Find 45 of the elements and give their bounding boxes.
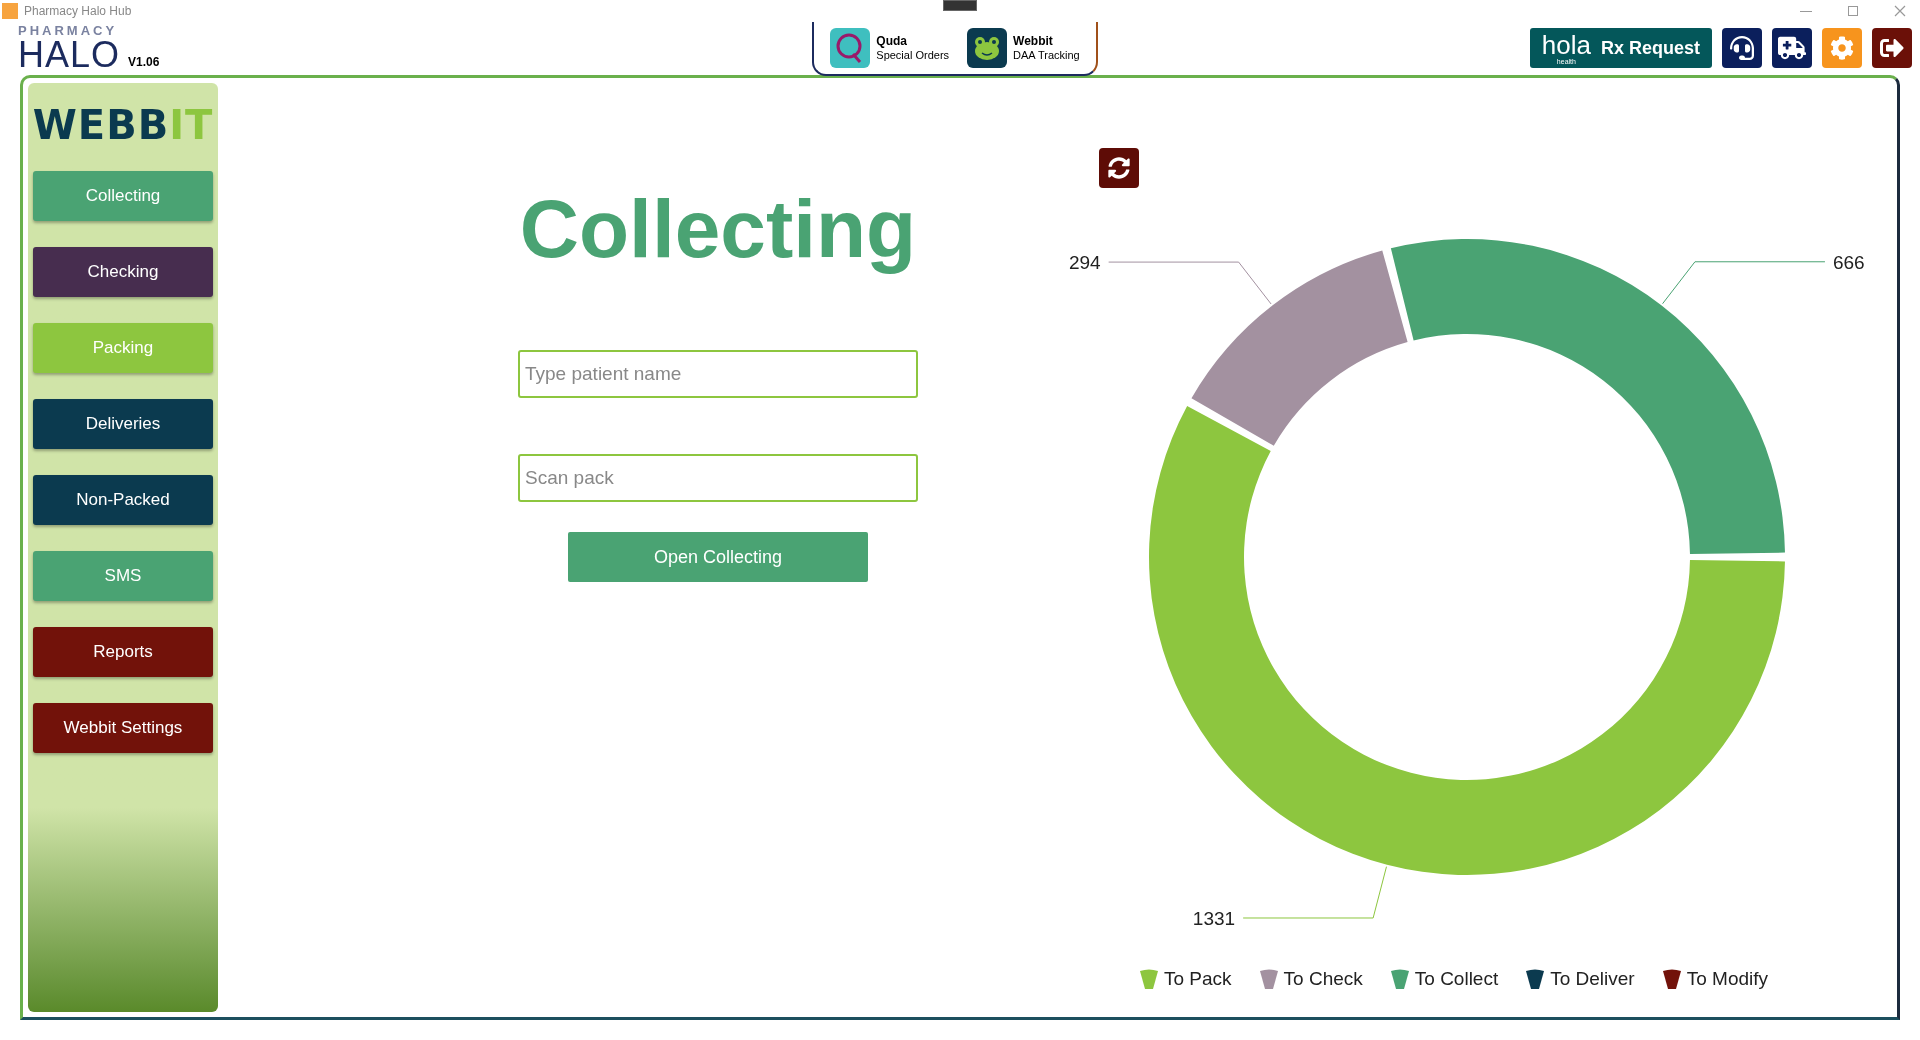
- sidebar-button[interactable]: Checking: [33, 247, 213, 297]
- logo-title: HALO: [18, 37, 121, 73]
- app-link[interactable]: Webbit DAA Tracking: [967, 28, 1080, 68]
- sidebar-button[interactable]: Reports: [33, 627, 213, 677]
- data-label: 666: [1832, 251, 1865, 273]
- logo-subtitle: PHARMACY: [18, 24, 119, 37]
- data-label: 294: [1068, 252, 1101, 274]
- legend-label: To Modify: [1686, 967, 1768, 991]
- sidebar-button[interactable]: Webbit Settings: [33, 703, 213, 753]
- logout-button[interactable]: [1872, 28, 1912, 68]
- window-title: Pharmacy Halo Hub: [24, 3, 132, 20]
- app-name: Quda: [876, 33, 908, 49]
- refresh-button[interactable]: [1099, 148, 1139, 188]
- frog-logo-icon: [967, 28, 1008, 68]
- minimize-icon[interactable]: [1800, 10, 1812, 12]
- headset-icon: [1730, 36, 1754, 60]
- legend-label: To Deliver: [1550, 967, 1635, 991]
- q-logo-icon: [830, 28, 871, 68]
- hola-logo: hola: [1541, 31, 1591, 58]
- ambulance-icon: [1778, 34, 1806, 62]
- input-field[interactable]: Scan pack: [518, 454, 918, 502]
- legend-label: To Pack: [1164, 967, 1232, 991]
- refresh-icon: [1108, 157, 1130, 179]
- rx-request-label: Rx Request: [1600, 36, 1700, 60]
- app-subtitle: DAA Tracking: [1013, 48, 1080, 63]
- app-subtitle: Special Orders: [876, 48, 950, 63]
- legend-label: To Check: [1283, 967, 1363, 991]
- input-field[interactable]: Type patient name: [518, 350, 918, 398]
- data-label: 1331: [1192, 908, 1236, 929]
- delivery-button[interactable]: [1772, 28, 1812, 68]
- logout-icon: [1880, 36, 1904, 60]
- app-link[interactable]: Quda Special Orders: [830, 28, 950, 68]
- settings-button[interactable]: [1822, 28, 1862, 68]
- restore-icon[interactable]: [1848, 6, 1858, 16]
- sidebar-button[interactable]: Deliveries: [33, 399, 213, 449]
- sidebar-button[interactable]: Non-Packed: [33, 475, 213, 525]
- drag-handle[interactable]: [943, 0, 977, 11]
- version-label: V1.06: [128, 54, 160, 71]
- close-icon[interactable]: [1894, 5, 1906, 17]
- legend-label: To Collect: [1414, 967, 1499, 991]
- app-name: Webbit: [1013, 33, 1054, 49]
- app-icon: [2, 3, 18, 19]
- webbit-logo: WEBBIT: [32, 105, 214, 145]
- support-button[interactable]: [1722, 28, 1762, 68]
- settings-icon: [1830, 36, 1854, 60]
